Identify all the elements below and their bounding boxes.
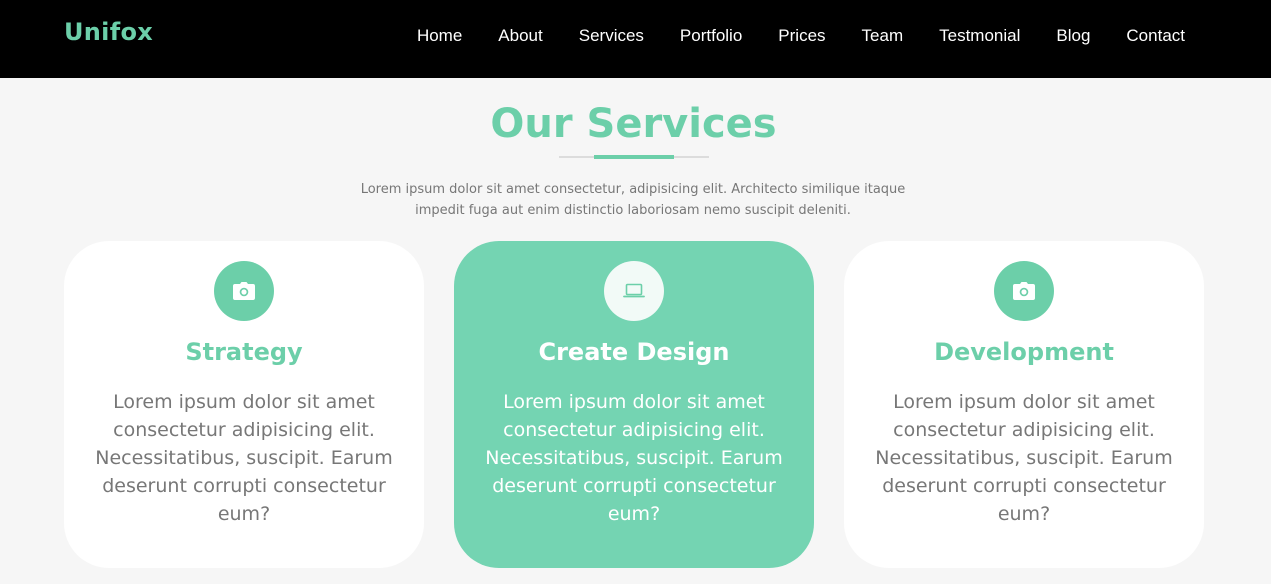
nav-link-services[interactable]: Services — [579, 26, 644, 45]
navbar: Unifox Home About Services Portfolio Pri… — [0, 0, 1271, 78]
brand-logo[interactable]: Unifox — [64, 18, 153, 46]
nav-item-prices: Prices — [778, 26, 825, 46]
nav-link-home[interactable]: Home — [417, 26, 462, 45]
nav-item-home: Home — [417, 26, 462, 46]
card-title: Create Design — [538, 338, 730, 366]
service-card-strategy[interactable]: Strategy Lorem ipsum dolor sit amet cons… — [64, 241, 424, 568]
card-text: Lorem ipsum dolor sit amet consectetur a… — [875, 391, 1173, 525]
section-description: Lorem ipsum dolor sit amet consectetur, … — [360, 182, 906, 218]
nav-item-contact: Contact — [1126, 26, 1185, 46]
nav-link-about[interactable]: About — [498, 26, 542, 45]
nav-item-testimonial: Testmonial — [939, 26, 1020, 46]
card-title: Development — [934, 338, 1114, 366]
nav-item-services: Services — [579, 26, 644, 46]
nav-link-portfolio[interactable]: Portfolio — [680, 26, 742, 45]
nav-menu: Home About Services Portfolio Prices Tea… — [417, 26, 1185, 46]
camera-icon — [214, 261, 274, 321]
nav-link-testimonial[interactable]: Testmonial — [939, 26, 1020, 45]
title-underline-accent — [594, 155, 674, 159]
nav-item-about: About — [498, 26, 542, 46]
nav-link-prices[interactable]: Prices — [778, 26, 825, 45]
card-title: Strategy — [185, 338, 303, 366]
service-card-development[interactable]: Development Lorem ipsum dolor sit amet c… — [844, 241, 1204, 568]
nav-item-blog: Blog — [1056, 26, 1090, 46]
service-card-create-design[interactable]: Create Design Lorem ipsum dolor sit amet… — [454, 241, 814, 568]
nav-item-team: Team — [862, 26, 904, 46]
nav-link-team[interactable]: Team — [862, 26, 904, 45]
nav-item-portfolio: Portfolio — [680, 26, 742, 46]
nav-link-blog[interactable]: Blog — [1056, 26, 1090, 45]
nav-link-contact[interactable]: Contact — [1126, 26, 1185, 45]
card-text: Lorem ipsum dolor sit amet consectetur a… — [95, 391, 393, 525]
laptop-icon — [604, 261, 664, 321]
section-title: Our Services — [490, 101, 777, 147]
camera-icon — [994, 261, 1054, 321]
card-text: Lorem ipsum dolor sit amet consectetur a… — [485, 391, 783, 525]
